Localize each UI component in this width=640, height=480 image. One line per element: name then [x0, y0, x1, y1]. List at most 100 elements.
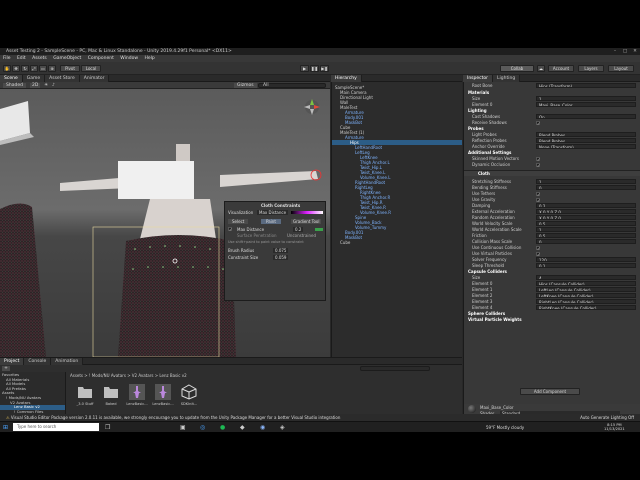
gradient-tool-button[interactable]: Gradient Tool	[291, 219, 322, 224]
play-button-icon[interactable]: ▶	[300, 65, 309, 72]
tab-lighting[interactable]: Lighting	[493, 75, 521, 82]
menu-gameobject[interactable]: GameObject	[53, 56, 81, 61]
tab-animator[interactable]: Animator	[79, 75, 110, 82]
inspector-field[interactable]: Blend Probes	[536, 138, 636, 143]
inspector-field[interactable]: X 0 Y 0 Z 0	[536, 215, 636, 220]
taskbar-search-input[interactable]: Type here to search	[13, 423, 99, 431]
menu-window[interactable]: Window	[120, 56, 138, 61]
rotate-tool-icon[interactable]: ↻	[21, 65, 29, 72]
inspector-field[interactable]: 0	[536, 185, 636, 190]
inspector-field[interactable]: 0.1	[536, 263, 636, 268]
maximize-button[interactable]: □	[620, 48, 630, 55]
inspector-field[interactable]: RightLeg (Capsule Collider)	[536, 299, 636, 304]
inspector-checkbox[interactable]: ✓	[536, 163, 540, 168]
unity-hub-icon[interactable]: ◆	[240, 424, 245, 431]
inspector-field[interactable]: 0.2	[536, 203, 636, 208]
asset-item[interactable]: SDKInit...	[178, 384, 200, 406]
tab-console[interactable]: Console	[24, 358, 52, 365]
asset-item[interactable]: LenzBasic...	[126, 384, 148, 406]
inspector-field[interactable]: 0	[536, 239, 636, 244]
menu-component[interactable]: Component	[88, 56, 114, 61]
move-tool-icon[interactable]: ✥	[12, 65, 20, 72]
inspector-field[interactable]: Hips (Capsule Collider)	[536, 281, 636, 286]
scene-search-input[interactable]: All	[258, 83, 326, 88]
windows-start-icon[interactable]: ⊞	[3, 424, 8, 431]
transform-tool-icon[interactable]: ⊕	[48, 65, 56, 72]
menu-file[interactable]: File	[3, 56, 11, 61]
inspector-field[interactable]: 4	[536, 275, 636, 280]
hand-tool-icon[interactable]: ✋	[3, 65, 11, 72]
tab-animation[interactable]: Animation	[51, 358, 84, 365]
inspector-field[interactable]: 1	[536, 96, 636, 101]
collab-button[interactable]: Collab	[500, 65, 534, 72]
light-toggle-icon[interactable]: ☀	[44, 83, 48, 88]
pivot-toggle[interactable]: Pivot	[60, 65, 80, 72]
tab-hierarchy[interactable]: Hierarchy	[331, 75, 362, 82]
inspector-checkbox[interactable]: ✓	[536, 121, 540, 126]
hierarchy-item[interactable]: Cube	[332, 240, 462, 245]
tab-inspector[interactable]: Inspector	[463, 75, 493, 82]
step-button-icon[interactable]: ▶❚	[320, 65, 329, 72]
max-distance-value[interactable]: 0.2	[293, 227, 304, 232]
weather-widget[interactable]: 59°F Mostly cloudy	[486, 424, 524, 431]
inspector-checkbox[interactable]: ✓	[536, 198, 540, 203]
tab-scene[interactable]: Scene	[0, 75, 23, 82]
local-toggle[interactable]: Local	[81, 65, 101, 72]
layout-dropdown[interactable]: Layout	[608, 65, 634, 72]
tab-game[interactable]: Game	[22, 75, 46, 82]
spotify-icon[interactable]: ●	[220, 424, 225, 431]
close-button[interactable]: ✕	[630, 48, 640, 55]
edge-icon[interactable]: ◎	[200, 424, 205, 431]
inspector-field[interactable]: X 0 Y 0 Z 0	[536, 209, 636, 214]
account-dropdown[interactable]: Account	[548, 65, 574, 72]
brush-radius-input[interactable]: 0.075	[273, 248, 289, 253]
breadcrumb[interactable]: Assets > ! Mods/NU Avatars > V2 Avatars …	[70, 373, 187, 378]
inspector-field[interactable]: 120	[536, 257, 636, 262]
audio-toggle-icon[interactable]: ♪	[52, 83, 55, 88]
unity-icon[interactable]: ◈	[280, 424, 285, 431]
max-distance-checkbox[interactable]: ✓	[228, 227, 232, 232]
menu-edit[interactable]: Edit	[17, 56, 26, 61]
menu-assets[interactable]: Assets	[32, 56, 47, 61]
minimize-button[interactable]: –	[610, 48, 620, 55]
clock[interactable]: 8:15 PM 11/13/2021	[604, 423, 625, 431]
inspector-field[interactable]: 0.5	[536, 221, 636, 226]
pause-button-icon[interactable]: ❚❚	[310, 65, 319, 72]
menu-help[interactable]: Help	[144, 56, 154, 61]
inspector-field[interactable]: 0.5	[536, 233, 636, 238]
inspector-checkbox[interactable]: ✓	[536, 192, 540, 197]
create-button-icon[interactable]: +	[2, 366, 10, 371]
inspector-field[interactable]: None (Transform)	[536, 144, 636, 149]
shading-mode-dropdown[interactable]: Shaded	[3, 83, 26, 88]
inspector-field[interactable]: 1	[536, 179, 636, 184]
select-button[interactable]: Select	[228, 219, 249, 224]
visualization-dropdown[interactable]: Max Distance	[257, 210, 289, 215]
inspector-checkbox[interactable]: ✓	[536, 246, 540, 251]
gizmos-dropdown[interactable]: Gizmos	[234, 83, 257, 88]
scene-viewport[interactable]: Cloth Constraints Visualization Max Dist…	[0, 89, 330, 357]
cloud-icon[interactable]: ☁	[537, 65, 545, 72]
tab-asset-store[interactable]: Asset Store	[45, 75, 80, 82]
project-search-input[interactable]	[360, 366, 430, 371]
asset-item[interactable]: _3.0 Stuff	[74, 384, 96, 406]
inspector-field[interactable]: Maxi_Base_Color	[536, 102, 636, 107]
cloth-component-header[interactable]: Cloth	[464, 170, 640, 176]
tab-project[interactable]: Project	[0, 358, 25, 365]
constraint-size-input[interactable]: 0.059	[273, 255, 289, 260]
inspector-checkbox[interactable]: ✓	[536, 157, 540, 162]
asset-item[interactable]: LenzBasic...	[152, 384, 174, 406]
steam-icon[interactable]: ◉	[260, 424, 265, 431]
inspector-field[interactable]: LeftKnee (Capsule Collider)	[536, 293, 636, 298]
task-view-icon[interactable]: ❐	[105, 424, 110, 431]
status-message[interactable]: Visual Studio Editor Package version 2.0…	[11, 415, 341, 420]
inspector-field[interactable]: 1	[536, 227, 636, 232]
scale-tool-icon[interactable]: ⤢	[30, 65, 38, 72]
inspector-field[interactable]: LeftLeg (Capsule Collider)	[536, 287, 636, 292]
inspector-checkbox[interactable]: ✓	[536, 252, 540, 257]
add-component-button[interactable]: Add Component	[520, 388, 580, 395]
asset-item[interactable]: Baked	[100, 384, 122, 406]
root-bone-field[interactable]: Hips (Transform)	[536, 83, 636, 88]
inspector-field[interactable]: Blend Probes	[536, 132, 636, 137]
2d-toggle[interactable]: 2D	[30, 83, 41, 88]
paint-button[interactable]: Paint	[261, 219, 281, 224]
